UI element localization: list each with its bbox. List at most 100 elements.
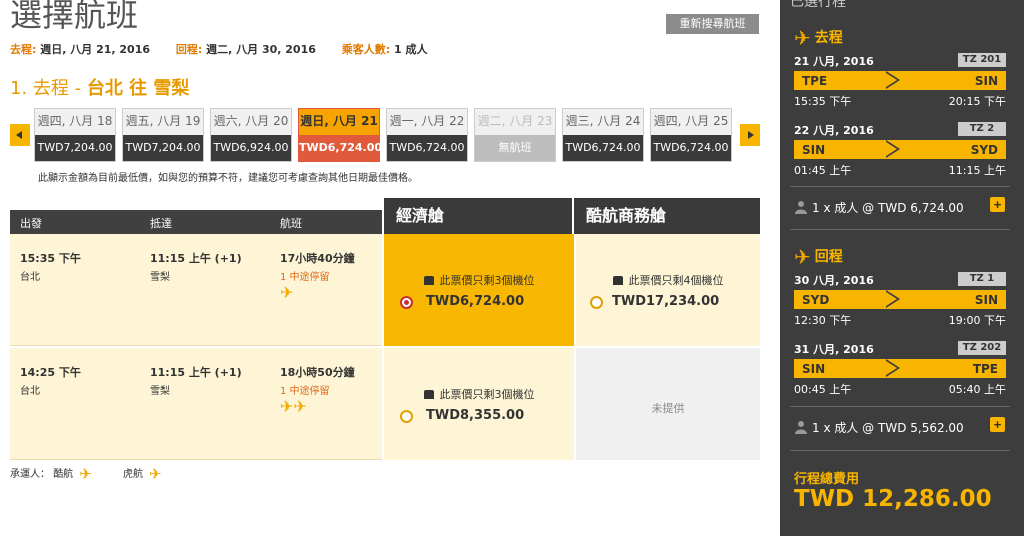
fare-economy-1[interactable]: 此票價只剩3個機位 TWD6,724.00: [382, 234, 574, 346]
date-tab[interactable]: 週五, 八月 19 TWD7,204.00: [122, 108, 204, 162]
inbound-expand-button[interactable]: +: [990, 417, 1005, 432]
seats-left: 此票價只剩3個機位: [384, 386, 574, 402]
flight-row-2: 14:25 下午 台北 11:15 上午 (+1) 雪梨 18小時50分鐘 1 …: [10, 348, 382, 460]
dep-time: 12:30 下午: [794, 314, 852, 327]
dep-time: 00:45 上午: [794, 383, 852, 396]
airplane-icon: ✈: [79, 465, 92, 483]
segment-date: 31 八月, 2016: [794, 343, 874, 356]
date-tab-price: TWD6,724.00: [299, 135, 382, 161]
col-flight: 航班: [280, 217, 302, 230]
stops-link[interactable]: 1 中途停留: [280, 382, 355, 397]
total-label: 行程總費用: [794, 472, 860, 487]
segment-route: TPE SIN: [794, 71, 1006, 90]
col-arrive: 抵達: [150, 217, 172, 230]
fare-price: TWD6,724.00: [426, 294, 525, 309]
table-header: 出發 抵達 航班: [10, 210, 382, 234]
stops-link[interactable]: 1 中途停留: [280, 268, 355, 283]
date-tab-day: 週日, 八月 21: [300, 114, 378, 128]
date-tab-day: 週三, 八月 24: [565, 114, 641, 128]
fare-radio[interactable]: [590, 296, 603, 309]
person-icon: [795, 201, 807, 214]
fare-price: TWD17,234.00: [612, 294, 720, 309]
date-tab-day: 週六, 八月 20: [213, 114, 289, 128]
date-tab[interactable]: 週四, 八月 18 TWD7,204.00: [34, 108, 116, 162]
section-prefix: 1. 去程 -: [10, 78, 87, 99]
inbound-pax-text: 1 x 成人 @ TWD 5,562.00: [812, 421, 964, 435]
seat-icon: [612, 276, 623, 285]
fare-radio-selected[interactable]: [400, 296, 413, 309]
segment-route: SIN SYD: [794, 140, 1006, 159]
sidebar-heading: 已選行程: [790, 0, 846, 10]
date-tab-day: 週四, 八月 25: [653, 114, 729, 128]
outbound-title: ✈ 去程: [794, 26, 843, 50]
outbound-pax: 1 x 成人 @ TWD 6,724.00: [794, 199, 964, 216]
flight-number: TZ 2: [958, 122, 1006, 136]
date-tab[interactable]: 週日, 八月 21 TWD6,724.00: [298, 108, 382, 162]
inbound-title: ✈ 回程: [794, 245, 843, 269]
date-tab-day: 週一, 八月 22: [389, 114, 465, 128]
seats-left-text: 此票價只剩4個機位: [628, 274, 724, 287]
date-tab-price: TWD6,724.00: [563, 135, 643, 161]
dest-code: TPE: [972, 362, 998, 376]
fare-price: TWD8,355.00: [426, 408, 525, 423]
date-tab-price: 無航班: [475, 135, 555, 161]
fare-business-1[interactable]: 此票價只剩4個機位 TWD17,234.00: [574, 234, 760, 346]
next-dates-button[interactable]: [740, 124, 760, 146]
seats-left-text: 此票價只剩3個機位: [439, 388, 535, 401]
dest-code: SYD: [970, 143, 998, 157]
seats-left: 此票價只剩3個機位: [384, 272, 574, 288]
flight-number: TZ 1: [958, 272, 1006, 286]
carrier-scoot: 酷航: [53, 469, 74, 480]
economy-header: 經濟艙: [384, 198, 572, 234]
airplane-icon: ✈✈: [280, 397, 307, 416]
return-date: 週二, 八月 30, 2016: [206, 43, 316, 56]
dest-code: SIN: [974, 293, 998, 307]
flight-row-1: 15:35 下午 台北 11:15 上午 (+1) 雪梨 17小時40分鐘 1 …: [10, 234, 382, 346]
date-tab-day: 週五, 八月 19: [125, 114, 201, 128]
date-tab[interactable]: 週六, 八月 20 TWD6,924.00: [210, 108, 292, 162]
segment-times: 15:35 下午 20:15 下午: [794, 93, 1006, 109]
carrier-tigerair: 虎航: [122, 469, 143, 480]
dep-time: 01:45 上午: [794, 164, 852, 177]
duration: 17小時40分鐘: [280, 252, 355, 265]
arr-city: 雪梨: [150, 386, 170, 397]
flight-number: TZ 202: [958, 341, 1006, 355]
airplane-icon: ✈: [794, 245, 811, 269]
segment-route: SIN TPE: [794, 359, 1006, 378]
itinerary-sidebar: 已選行程 ✈ 去程 21 八月, 2016 TZ 201 TPE SIN 15:35…: [780, 0, 1024, 536]
date-tab-price: TWD6,724.00: [651, 135, 731, 161]
dest-code: SIN: [974, 74, 998, 88]
depart-label: 去程:: [10, 43, 37, 56]
return-label: 回程:: [175, 43, 203, 56]
date-tab[interactable]: 週一, 八月 22 TWD6,724.00: [386, 108, 468, 162]
origin-code: SIN: [802, 143, 826, 157]
col-depart: 出發: [20, 217, 42, 230]
search-again-button[interactable]: 重新搜尋航班: [666, 14, 759, 34]
dep-city: 台北: [20, 272, 40, 283]
date-tab[interactable]: 週三, 八月 24 TWD6,724.00: [562, 108, 644, 162]
fare-economy-2[interactable]: 此票價只剩3個機位 TWD8,355.00: [382, 348, 574, 460]
date-tab-day: 週四, 八月 18: [37, 114, 113, 128]
seats-left: 此票價只剩4個機位: [576, 272, 760, 288]
fare-radio[interactable]: [400, 410, 413, 423]
date-tab-price: TWD7,204.00: [35, 135, 115, 161]
segment-times: 12:30 下午 19:00 下午: [794, 312, 1006, 328]
arr-time: 11:15 上午 (+1): [150, 366, 242, 379]
segment-route: SYD SIN: [794, 290, 1006, 309]
prev-dates-button[interactable]: [10, 124, 30, 146]
outbound-expand-button[interactable]: +: [990, 197, 1005, 212]
seat-icon: [423, 390, 434, 399]
seat-icon: [423, 276, 434, 285]
trip-summary: 去程: 週日, 八月 21, 2016 回程: 週二, 八月 30, 2016 …: [10, 41, 449, 57]
chevron-right-icon: [748, 131, 754, 139]
carrier-label: 承運人：: [10, 469, 50, 480]
page-title: 選擇航班: [10, 0, 139, 34]
dep-time: 15:35 下午: [794, 95, 852, 108]
segment-times: 01:45 上午 11:15 上午: [794, 162, 1006, 178]
inbound-pax: 1 x 成人 @ TWD 5,562.00: [794, 419, 964, 436]
segment-date: 30 八月, 2016: [794, 274, 874, 287]
date-tab[interactable]: 週四, 八月 25 TWD6,724.00: [650, 108, 732, 162]
dep-time: 15:35 下午: [20, 252, 81, 265]
arr-time: 11:15 上午 (+1): [150, 252, 242, 265]
origin-code: SIN: [802, 362, 826, 376]
